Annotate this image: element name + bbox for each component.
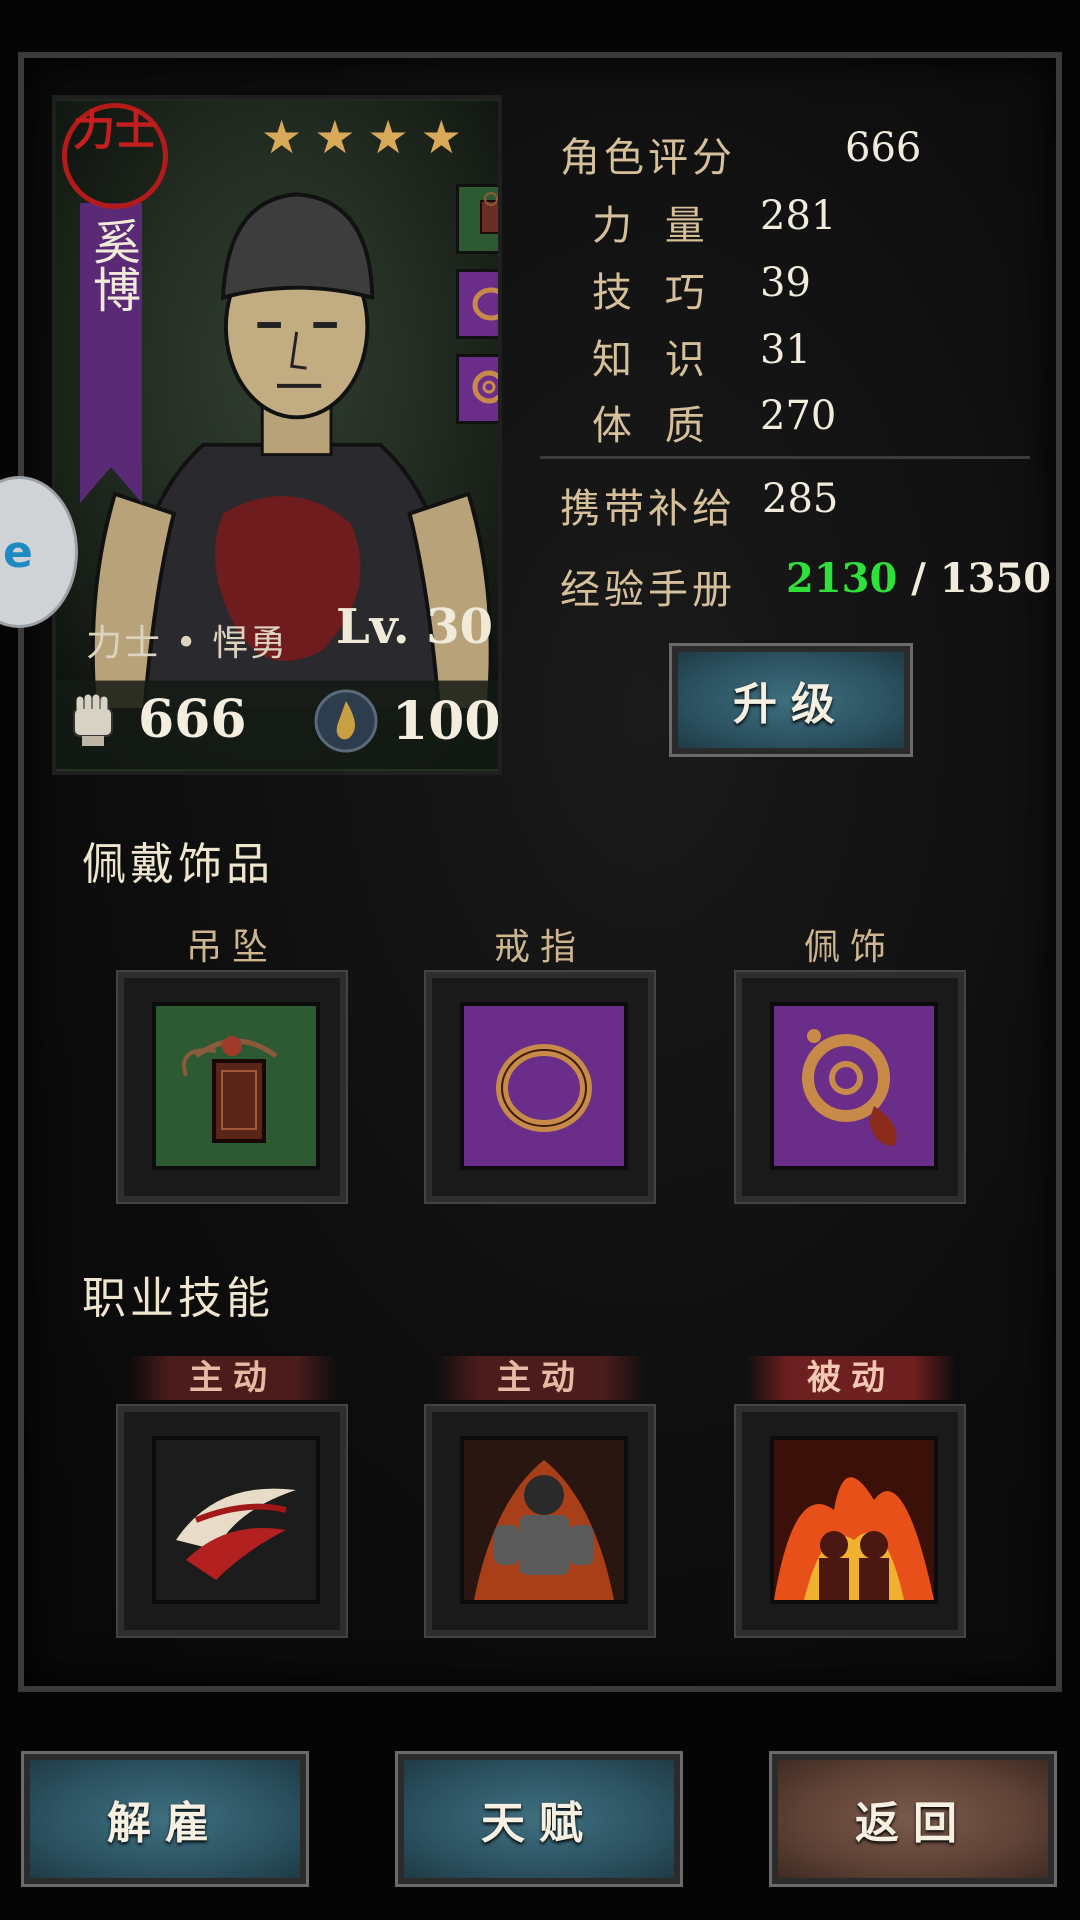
whirlwind-skill-icon	[152, 1436, 320, 1604]
power-stat: 666	[64, 689, 247, 750]
hero-name: 奚博	[84, 217, 140, 313]
accessory-icon	[770, 1002, 938, 1170]
pendant-slot-label: 吊坠	[185, 927, 278, 968]
power-value: 666	[138, 689, 247, 750]
exp-required: 1350	[939, 555, 1052, 602]
skill-label: 技 巧	[592, 270, 715, 316]
drop-icon	[314, 689, 378, 753]
constitution-label: 体 质	[592, 403, 715, 449]
mini-pendant-icon[interactable]	[456, 184, 498, 254]
strength-value: 281	[760, 193, 837, 239]
supply-value: 285	[762, 476, 839, 522]
mini-accessory-icon[interactable]	[456, 354, 498, 424]
fist-icon	[73, 694, 113, 746]
star-icon: ★	[420, 110, 462, 164]
accessory-slot-label: 佩饰	[803, 927, 896, 968]
back-button[interactable]: 返回	[769, 1751, 1057, 1887]
stress-stat: 100	[314, 689, 501, 753]
exp-separator: /	[897, 555, 940, 602]
accessories-title: 佩戴饰品	[82, 839, 274, 890]
skill-1-slot[interactable]	[116, 1404, 348, 1638]
knowledge-label: 知 识	[592, 337, 715, 383]
talent-button[interactable]: 天赋	[395, 1751, 683, 1887]
stats-divider	[540, 456, 1030, 459]
skill-value: 39	[760, 260, 811, 306]
supply-label: 携带补给	[560, 486, 736, 532]
hero-portrait-card[interactable]: 奚博 力士 ★ ★ ★ ★ 力士 • 悍勇 Lv. 30 666 100	[52, 95, 502, 775]
level-value: 30	[426, 599, 494, 655]
accessory-slot[interactable]	[734, 970, 966, 1204]
level-prefix: Lv.	[336, 599, 410, 655]
ring-icon	[460, 1002, 628, 1170]
skills-title: 职业技能	[82, 1273, 274, 1324]
star-icon: ★	[367, 110, 409, 164]
ring-slot-label: 戒指	[493, 927, 586, 968]
skill-1-tag: 主动	[128, 1356, 338, 1400]
hero-level: Lv. 30	[336, 599, 493, 655]
rank-seal-icon: 力士	[62, 103, 168, 209]
upgrade-button[interactable]: 升级	[669, 643, 913, 757]
strength-label: 力 量	[592, 203, 715, 249]
star-icon: ★	[314, 110, 356, 164]
mini-ring-icon[interactable]	[456, 269, 498, 339]
exp-current: 2130	[786, 555, 898, 602]
star-rating: ★ ★ ★ ★	[261, 114, 462, 160]
exp-label: 经验手册	[560, 567, 736, 613]
rank-seal-text: 力士	[72, 106, 157, 155]
exp-progress: 2130 / 1350	[786, 555, 1051, 602]
skill-3-slot[interactable]	[734, 1404, 966, 1638]
knowledge-value: 31	[760, 327, 811, 373]
skill-2-tag: 主动	[436, 1356, 646, 1400]
pendant-icon	[152, 1002, 320, 1170]
dismiss-button[interactable]: 解雇	[21, 1751, 309, 1887]
stress-value: 100	[392, 690, 501, 752]
star-icon: ★	[261, 110, 303, 164]
fire-aura-skill-icon	[770, 1436, 938, 1604]
rage-skill-icon	[460, 1436, 628, 1604]
rating-value: 666	[845, 125, 922, 171]
rating-label: 角色评分	[560, 135, 736, 181]
ring-slot[interactable]	[424, 970, 656, 1204]
skill-3-tag: 被动	[746, 1356, 956, 1400]
hero-name-banner: 奚博	[80, 203, 142, 503]
skill-2-slot[interactable]	[424, 1404, 656, 1638]
floating-assistant-text: e	[3, 527, 33, 578]
pendant-slot[interactable]	[116, 970, 348, 1204]
hero-class: 力士 • 悍勇	[86, 623, 289, 664]
constitution-value: 270	[760, 393, 837, 439]
